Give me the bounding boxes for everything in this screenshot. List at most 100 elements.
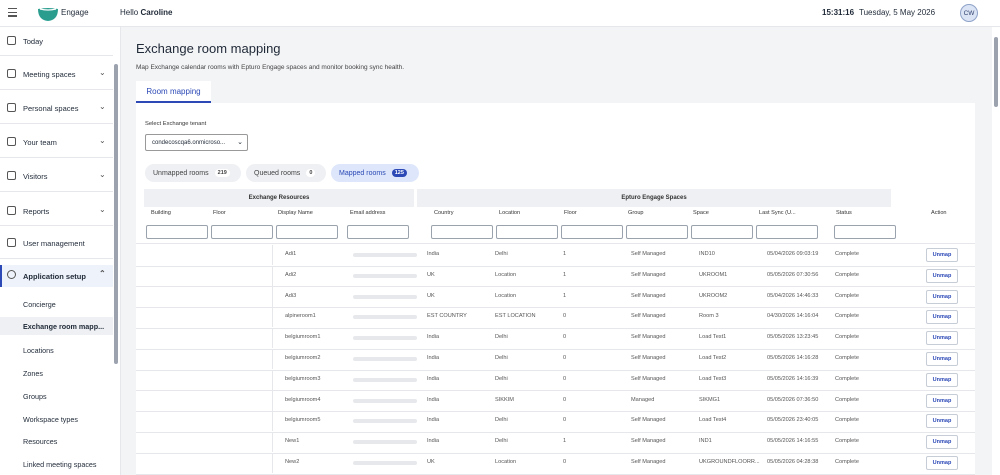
- group-header-exchange-resources: Exchange Resources: [144, 189, 414, 207]
- unmap-button[interactable]: Unmap: [926, 414, 958, 429]
- cell-last-sync: 05/05/2026 07:30:56: [767, 271, 819, 278]
- column-filter-input[interactable]: [834, 225, 896, 239]
- row-divider: [136, 348, 975, 350]
- column-filter-input[interactable]: [626, 225, 688, 239]
- pill-unmapped-rooms[interactable]: Unmapped rooms 219: [145, 164, 241, 182]
- sidebar-item-label: User management: [23, 238, 85, 248]
- sidebar-sub-zones[interactable]: Zones: [23, 369, 43, 378]
- avatar[interactable]: CW: [960, 4, 978, 22]
- unmap-button[interactable]: Unmap: [926, 393, 958, 408]
- cell-space: Load Test2: [699, 355, 727, 361]
- cell-space: IND1: [699, 438, 712, 445]
- column-header[interactable]: Action: [931, 210, 947, 216]
- cell-floor: 1: [563, 292, 567, 299]
- cell-floor: 0: [563, 459, 567, 465]
- pill-count: 125: [391, 169, 407, 177]
- column-header[interactable]: Last Sync (U...: [759, 210, 796, 216]
- sidebar-item-application-setup[interactable]: Application setup ⌃: [0, 265, 113, 287]
- column-header[interactable]: Country: [434, 210, 454, 216]
- sidebar-item-meeting-spaces[interactable]: Meeting spaces ⌄: [0, 64, 113, 84]
- sidebar-sub-resources[interactable]: Resources: [23, 437, 57, 446]
- chevron-down-icon: ⌄: [99, 68, 106, 77]
- sidebar-item-your-team[interactable]: Your team ⌄: [0, 132, 113, 152]
- column-header[interactable]: Email address: [350, 210, 385, 216]
- column-header[interactable]: Floor: [564, 210, 577, 216]
- column-header[interactable]: Location: [499, 210, 520, 216]
- tenant-select[interactable]: condecoscqa6.onmicroso... ⌄: [145, 134, 248, 151]
- chevron-down-icon: ⌄: [237, 139, 243, 146]
- column-filter-input[interactable]: [691, 225, 753, 239]
- cell-location: Location: [495, 459, 517, 465]
- unmap-button[interactable]: Unmap: [926, 268, 958, 283]
- sidebar-scrollbar[interactable]: [114, 64, 118, 364]
- column-filter-input[interactable]: [431, 225, 493, 239]
- cell-display-name: Adi2: [285, 271, 297, 278]
- sidebar-item-visitors[interactable]: Visitors ⌄: [0, 166, 113, 186]
- column-filter-input[interactable]: [146, 225, 208, 239]
- page-subtitle: Map Exchange calendar rooms with Epturo …: [136, 64, 405, 71]
- column-header[interactable]: Building: [151, 210, 171, 216]
- cell-last-sync: 05/05/2026 14:16:55: [767, 438, 819, 445]
- sidebar-sub-label: Exchange room mapp...: [23, 322, 105, 331]
- column-filter-input[interactable]: [561, 225, 623, 239]
- menu-icon[interactable]: [8, 8, 17, 18]
- column-filter-input[interactable]: [496, 225, 558, 239]
- column-header[interactable]: Floor: [213, 210, 226, 216]
- gear-icon: [7, 270, 16, 279]
- cell-country: India: [427, 375, 440, 382]
- tab-room-mapping[interactable]: Room mapping: [136, 81, 211, 103]
- cell-status: Complete: [835, 251, 859, 257]
- team-icon: [7, 137, 16, 146]
- pill-mapped-rooms[interactable]: Mapped rooms 125: [331, 164, 419, 182]
- sidebar-sub-linked-meeting-spaces[interactable]: Linked meeting spaces: [23, 460, 97, 469]
- unmap-button[interactable]: Unmap: [926, 289, 958, 304]
- row-divider: [136, 265, 975, 267]
- row-divider: [136, 369, 975, 371]
- cell-status: Complete: [835, 355, 859, 361]
- sidebar-item-reports[interactable]: Reports ⌄: [0, 201, 113, 221]
- column-filter-input[interactable]: [347, 225, 409, 239]
- row-divider: [136, 452, 975, 454]
- main-scrollbar[interactable]: [992, 27, 1000, 475]
- sidebar-item-today[interactable]: Today: [0, 31, 113, 51]
- cell-last-sync: 05/05/2026 04:28:38: [767, 459, 819, 465]
- sidebar-sub-workspace-types[interactable]: Workspace types: [23, 415, 78, 424]
- cell-email-redacted: [353, 315, 417, 320]
- cell-country: EST COUNTRY: [427, 313, 467, 320]
- unmap-button[interactable]: Unmap: [926, 248, 958, 262]
- cell-email-redacted: [353, 398, 417, 403]
- user-icon: [7, 238, 16, 247]
- unmap-button[interactable]: Unmap: [926, 352, 958, 366]
- sidebar-sub-concierge[interactable]: Concierge: [23, 300, 56, 309]
- row-divider: [136, 411, 975, 413]
- cell-country: India: [427, 396, 440, 403]
- cell-space: Load Test1: [699, 334, 727, 341]
- user-name: Caroline: [140, 8, 173, 17]
- column-filter-input[interactable]: [276, 225, 338, 239]
- cell-email-redacted: [353, 419, 417, 424]
- column-filter-input[interactable]: [211, 225, 273, 239]
- cell-last-sync: 05/05/2026 23:40:05: [767, 417, 819, 424]
- cell-country: UK: [427, 271, 435, 278]
- unmap-button[interactable]: Unmap: [926, 372, 958, 387]
- column-header[interactable]: Display Name: [278, 210, 313, 216]
- sidebar-sub-groups[interactable]: Groups: [23, 392, 47, 401]
- unmap-button[interactable]: Unmap: [926, 435, 958, 450]
- sidebar-item-user-management[interactable]: User management: [0, 233, 113, 253]
- column-filter-input[interactable]: [756, 225, 818, 239]
- unmap-button[interactable]: Unmap: [926, 310, 958, 325]
- column-header[interactable]: Space: [693, 210, 709, 216]
- column-header[interactable]: Group: [628, 210, 644, 216]
- unmap-button[interactable]: Unmap: [926, 331, 958, 346]
- column-header[interactable]: Status: [836, 210, 852, 216]
- sidebar-item-label: Today: [23, 36, 44, 46]
- cell-last-sync: 05/04/2026 14:46:33: [767, 292, 819, 299]
- sidebar-sub-locations[interactable]: Locations: [23, 346, 54, 355]
- sidebar-sub-exchange-room-mapping[interactable]: Exchange room mapp...: [0, 317, 113, 335]
- cell-status: Complete: [835, 459, 859, 465]
- visitor-icon: [7, 171, 16, 180]
- pill-queued-rooms[interactable]: Queued rooms 0: [246, 164, 326, 182]
- unmap-button[interactable]: Unmap: [926, 456, 958, 470]
- pill-label: Mapped rooms: [339, 169, 386, 177]
- sidebar-item-personal-spaces[interactable]: Personal spaces ⌄: [0, 98, 113, 118]
